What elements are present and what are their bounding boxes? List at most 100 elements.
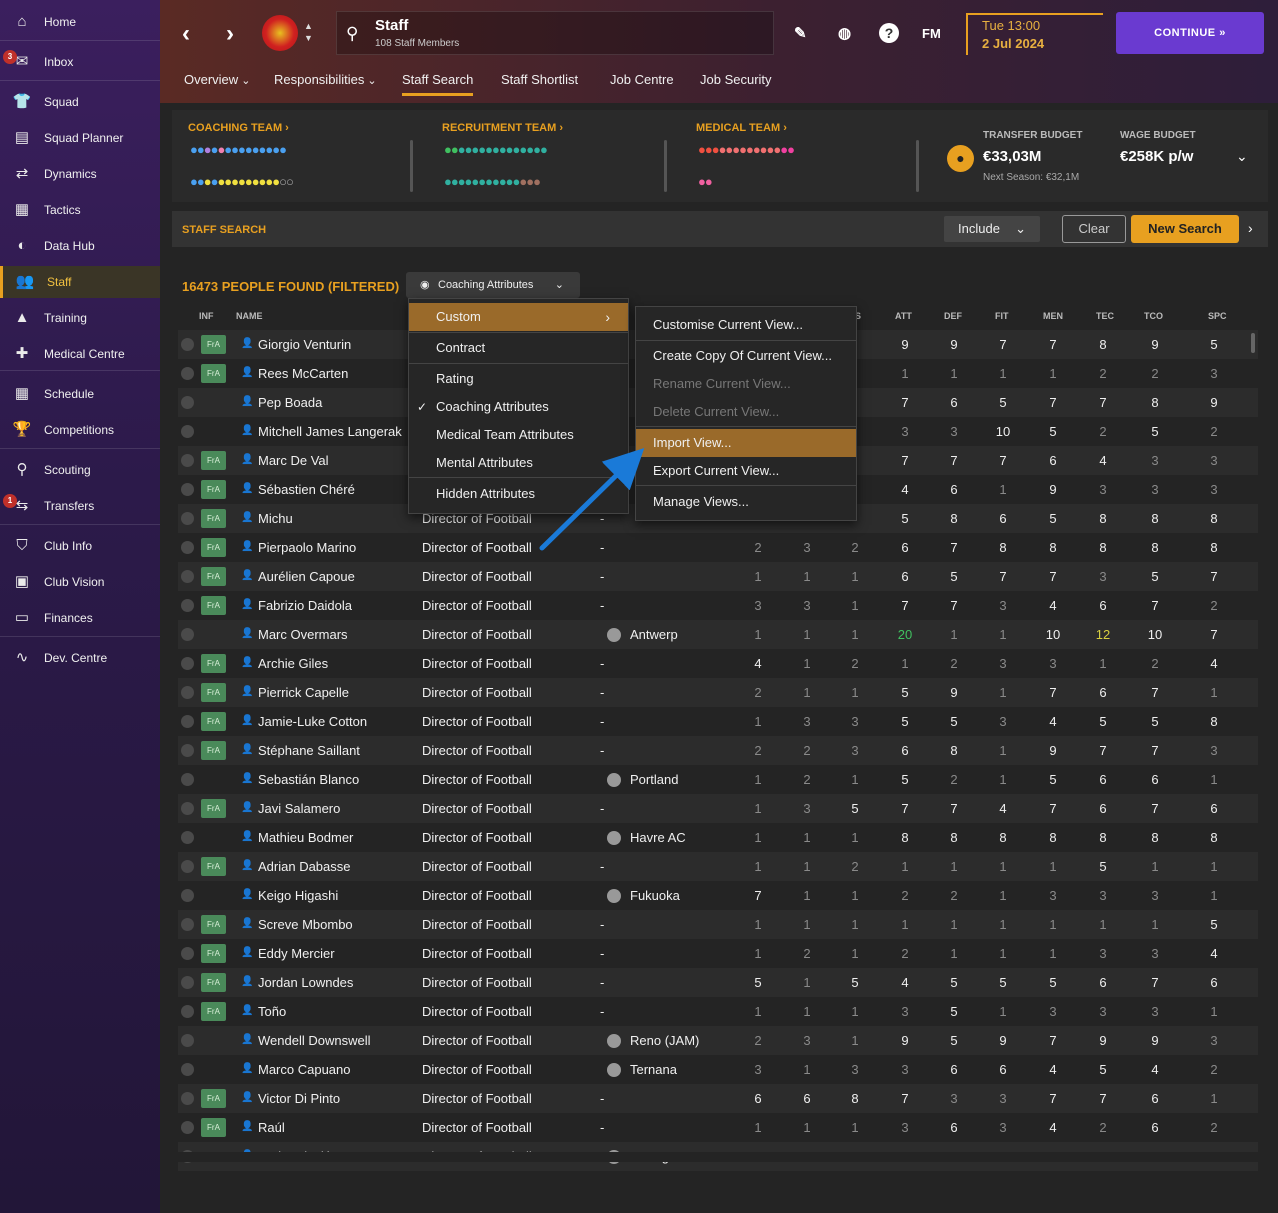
- tab-job-centre[interactable]: Job Centre: [610, 72, 674, 87]
- view-option-medical-team-attributes[interactable]: Medical Team Attributes: [409, 421, 628, 449]
- row-select-checkbox[interactable]: [181, 686, 194, 699]
- sidebar-item-training[interactable]: ▲ Training: [0, 302, 160, 334]
- table-row[interactable]: FrA 👤 Fabrizio Daidola Director of Football…: [178, 591, 1258, 620]
- view-option-hidden-attributes[interactable]: Hidden Attributes: [409, 480, 628, 508]
- row-select-checkbox[interactable]: [181, 512, 194, 525]
- row-select-checkbox[interactable]: [181, 541, 194, 554]
- tab-staff-search[interactable]: Staff Search: [402, 72, 474, 96]
- view-dropdown[interactable]: ◉ Coaching Attributes ⌄: [406, 272, 580, 298]
- sidebar-item-dev-centre[interactable]: ∿ Dev. Centre: [0, 642, 160, 674]
- sidebar-item-scouting[interactable]: ⚲ Scouting: [0, 454, 160, 486]
- row-select-checkbox[interactable]: [181, 599, 194, 612]
- sidebar-item-inbox[interactable]: ✉ Inbox 3: [0, 46, 160, 78]
- row-select-checkbox[interactable]: [181, 483, 194, 496]
- table-row[interactable]: FrA 👤 Archie Giles Director of Football - 4 1 2…: [178, 649, 1258, 678]
- tab-responsibilities[interactable]: Responsibilities ⌄: [274, 72, 377, 87]
- view-option-contract[interactable]: Contract: [409, 334, 628, 362]
- view-option-coaching-attributes[interactable]: ✓ Coaching Attributes: [409, 393, 628, 421]
- custom-option-customise-current-view[interactable]: Customise Current View...: [636, 311, 856, 339]
- tab-staff-shortlist[interactable]: Staff Shortlist: [501, 72, 578, 87]
- row-select-checkbox[interactable]: [181, 831, 194, 844]
- sidebar-item-competitions[interactable]: 🏆 Competitions: [0, 414, 160, 446]
- row-select-checkbox[interactable]: [181, 1005, 194, 1018]
- table-row[interactable]: FrA 👤 Pierrick Capelle Director of Football…: [178, 678, 1258, 707]
- column-header-spc[interactable]: SPC: [1208, 311, 1227, 321]
- clear-button[interactable]: Clear: [1062, 215, 1126, 243]
- table-row[interactable]: FrA 👤 Raúl Director of Football - 1 1 1 3 6 3 4 2 6 2: [178, 1113, 1258, 1142]
- column-header-inf[interactable]: INF: [199, 311, 214, 321]
- row-select-checkbox[interactable]: [181, 976, 194, 989]
- table-row[interactable]: FrA 👤 Eddy Mercier Director of Football - 1 2 1…: [178, 939, 1258, 968]
- club-crest-icon[interactable]: [262, 15, 298, 51]
- recruitment-team-link[interactable]: RECRUITMENT TEAM ›: [442, 122, 563, 134]
- sidebar-item-club-info[interactable]: ⛉ Club Info: [0, 530, 160, 562]
- table-row[interactable]: 👤 Sebastián Blanco Director of Football Por…: [178, 765, 1258, 794]
- back-arrow-icon[interactable]: ‹: [182, 20, 190, 48]
- table-row[interactable]: FrA 👤 Stéphane Saillant Director of Footbal…: [178, 736, 1258, 765]
- table-row[interactable]: FrA 👤 Adrian Dabasse Director of Football - 1…: [178, 852, 1258, 881]
- column-header-tec[interactable]: TEC: [1096, 311, 1114, 321]
- table-row[interactable]: FrA 👤 Toño Director of Football - 1 1 1 3 5 1 3 3 3 1: [178, 997, 1258, 1026]
- sidebar-item-data-hub[interactable]: ◐ Data Hub: [0, 230, 160, 262]
- new-search-button[interactable]: New Search: [1131, 215, 1239, 243]
- column-header-men[interactable]: MEN: [1043, 311, 1063, 321]
- sidebar-item-schedule[interactable]: ▦ Schedule: [0, 378, 160, 410]
- row-select-checkbox[interactable]: [181, 570, 194, 583]
- row-select-checkbox[interactable]: [181, 744, 194, 757]
- chevron-down-icon[interactable]: ⌄: [1236, 148, 1248, 165]
- table-row[interactable]: 👤 Mathieu Bodmer Director of Football Havre…: [178, 823, 1258, 852]
- column-header-att[interactable]: ATT: [895, 311, 912, 321]
- table-row[interactable]: FrA 👤 Victor Di Pinto Director of Football -…: [178, 1084, 1258, 1113]
- coaching-team-link[interactable]: COACHING TEAM ›: [188, 122, 289, 134]
- table-row[interactable]: FrA 👤 Aurélien Capoue Director of Football -…: [178, 562, 1258, 591]
- table-row[interactable]: FrA 👤 Javi Salamero Director of Football - 1 3…: [178, 794, 1258, 823]
- game-date[interactable]: Tue 13:00 2 Jul 2024: [966, 13, 1103, 55]
- row-select-checkbox[interactable]: [181, 1034, 194, 1047]
- table-row[interactable]: 👤 Wendell Downswell Director of Football Re…: [178, 1026, 1258, 1055]
- tab-job-security[interactable]: Job Security: [700, 72, 772, 87]
- fm-menu-icon[interactable]: FM: [922, 26, 941, 41]
- row-select-checkbox[interactable]: [181, 1121, 194, 1134]
- sidebar-item-dynamics[interactable]: ⇄ Dynamics: [0, 158, 160, 190]
- row-select-checkbox[interactable]: [181, 947, 194, 960]
- sidebar-item-home[interactable]: ⌂ Home: [0, 6, 160, 38]
- table-row[interactable]: 👤 Marco Capuano Director of Football Ternan…: [178, 1055, 1258, 1084]
- row-select-checkbox[interactable]: [181, 802, 194, 815]
- table-row[interactable]: FrA 👤 Screve Mbombo Director of Football - 1 1…: [178, 910, 1258, 939]
- column-header-fit[interactable]: FIT: [995, 311, 1009, 321]
- column-header-name[interactable]: NAME: [236, 311, 263, 321]
- column-header-tco[interactable]: TCO: [1144, 311, 1163, 321]
- table-row[interactable]: 👤 Keigo Higashi Director of Football Fukuok…: [178, 881, 1258, 910]
- sidebar-item-medical-centre[interactable]: ✚ Medical Centre: [0, 338, 160, 370]
- header-search-box[interactable]: ⚲ Staff 108 Staff Members: [336, 11, 774, 55]
- table-row[interactable]: FrA 👤 Jamie-Luke Cotton Director of Footbal…: [178, 707, 1258, 736]
- row-select-checkbox[interactable]: [181, 367, 194, 380]
- table-row[interactable]: FrA 👤 Pierpaolo Marino Director of Football…: [178, 533, 1258, 562]
- column-header-def[interactable]: DEF: [944, 311, 962, 321]
- custom-option-import-view[interactable]: Import View...: [636, 429, 856, 457]
- custom-option-export-current-view[interactable]: Export Current View...: [636, 457, 856, 485]
- sidebar-item-transfers[interactable]: ⇆ Transfers 1: [0, 490, 160, 522]
- sidebar-item-finances[interactable]: ▭ Finances: [0, 602, 160, 634]
- row-select-checkbox[interactable]: [181, 773, 194, 786]
- chevron-right-icon[interactable]: ›: [1248, 220, 1253, 236]
- row-select-checkbox[interactable]: [181, 1092, 194, 1105]
- sidebar-item-squad[interactable]: 👕 Squad: [0, 86, 160, 118]
- row-select-checkbox[interactable]: [181, 628, 194, 641]
- custom-option-create-copy-of-current-view[interactable]: Create Copy Of Current View...: [636, 342, 856, 370]
- row-select-checkbox[interactable]: [181, 396, 194, 409]
- row-select-checkbox[interactable]: [181, 715, 194, 728]
- continue-button[interactable]: CONTINUE »: [1116, 12, 1264, 54]
- row-select-checkbox[interactable]: [181, 657, 194, 670]
- sidebar-item-squad-planner[interactable]: ▤ Squad Planner: [0, 122, 160, 154]
- row-select-checkbox[interactable]: [181, 918, 194, 931]
- include-dropdown[interactable]: Include ⌄: [944, 216, 1040, 242]
- row-select-checkbox[interactable]: [181, 1063, 194, 1076]
- row-select-checkbox[interactable]: [181, 860, 194, 873]
- tab-overview[interactable]: Overview ⌄: [184, 72, 250, 87]
- sidebar-item-tactics[interactable]: ▦ Tactics: [0, 194, 160, 226]
- help-icon[interactable]: ?: [879, 23, 899, 43]
- medical-team-link[interactable]: MEDICAL TEAM ›: [696, 122, 787, 134]
- world-icon[interactable]: ◍: [838, 24, 851, 42]
- sidebar-item-club-vision[interactable]: ▣ Club Vision: [0, 566, 160, 598]
